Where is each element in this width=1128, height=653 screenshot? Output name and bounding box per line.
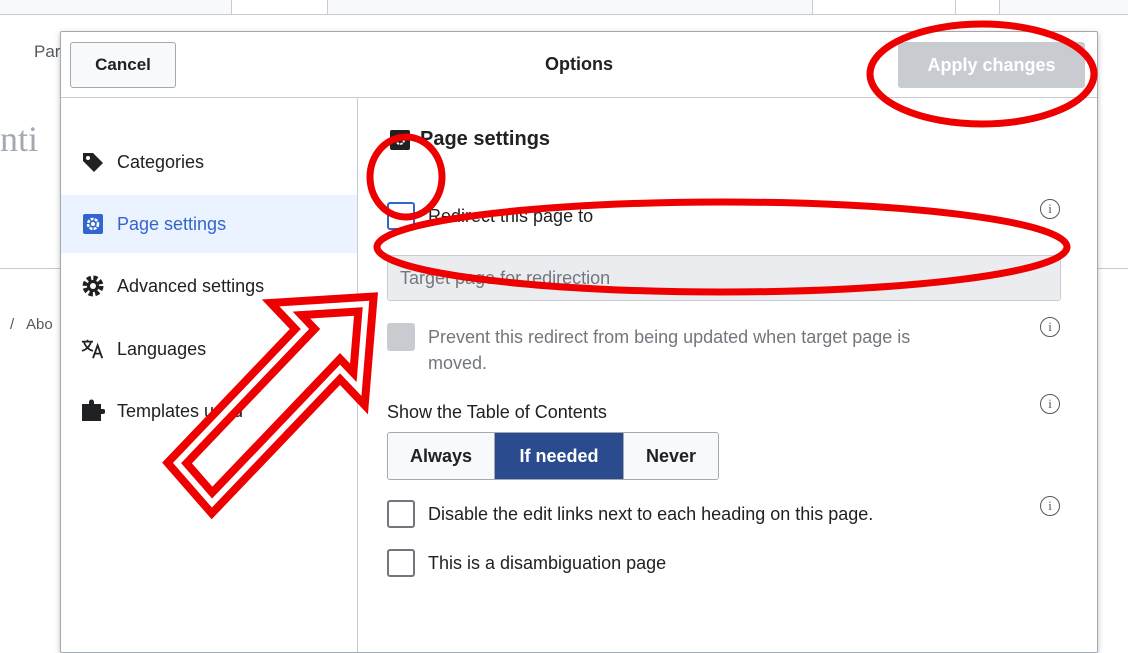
options-sidebar: Categories Page settings Advanced settin… [61, 98, 358, 652]
disable-edit-links-label: Disable the edit links next to each head… [428, 504, 874, 524]
settings-icon [81, 212, 105, 236]
sidebar-item-label: Page settings [117, 213, 227, 234]
toc-segmented-control: Always If needed Never [387, 432, 719, 480]
page-settings-panel: Page settings Redirect this page to i Ta… [358, 98, 1097, 652]
sidebar-item-label: Categories [117, 151, 205, 172]
info-icon[interactable]: i [1040, 496, 1060, 516]
info-icon[interactable]: i [1040, 394, 1060, 414]
background-page-title: nti [0, 119, 39, 159]
background-top-bar [0, 0, 1128, 15]
section-heading: Page settings [390, 128, 550, 151]
prevent-redirect-update-checkbox[interactable] [387, 323, 415, 351]
background-divider [1096, 268, 1128, 269]
apply-changes-button[interactable]: Apply changes [898, 42, 1085, 88]
redirect-target-placeholder: Target page for redirection [400, 267, 611, 288]
background-tab-label: Par [34, 42, 61, 61]
redirect-checkbox[interactable] [387, 202, 415, 230]
settings-icon [390, 129, 410, 150]
disable-edit-links-checkbox[interactable] [387, 500, 415, 528]
section-heading-text: Page settings [420, 128, 551, 150]
background-divider [0, 268, 60, 269]
puzzle-icon [81, 399, 105, 423]
prevent-redirect-label-line: moved. [428, 353, 488, 373]
toc-option-always[interactable]: Always [388, 433, 494, 479]
toc-option-if-needed[interactable]: If needed [494, 433, 623, 479]
info-icon[interactable]: i [1040, 199, 1060, 219]
background-tab [231, 0, 328, 15]
language-icon [81, 337, 105, 361]
background-tab [812, 0, 957, 15]
background-tab [955, 0, 1000, 15]
sidebar-item-label: Advanced settings [117, 275, 265, 296]
sidebar-item-label: Languages [117, 338, 207, 359]
prevent-redirect-label-line: Prevent this redirect from being updated… [428, 327, 911, 347]
info-icon[interactable]: i [1040, 317, 1060, 337]
tag-icon [81, 150, 105, 174]
toc-option-never[interactable]: Never [623, 433, 718, 479]
sidebar-item-advanced-settings[interactable]: Advanced settings [61, 257, 357, 315]
prevent-redirect-label: Prevent this redirect from being updated… [428, 324, 910, 376]
background-footer-link: Abo [26, 316, 53, 333]
options-dialog: Cancel Options Apply changes Categories … [60, 31, 1098, 653]
sidebar-item-languages[interactable]: Languages [61, 320, 357, 378]
redirect-target-input[interactable]: Target page for redirection [387, 255, 1061, 301]
toc-label: Show the Table of Contents [387, 402, 607, 422]
gear-icon [81, 274, 105, 298]
sidebar-item-categories[interactable]: Categories [61, 133, 357, 191]
redirect-label: Redirect this page to [428, 206, 594, 226]
sidebar-item-page-settings[interactable]: Page settings [61, 195, 357, 253]
disambiguation-checkbox[interactable] [387, 549, 415, 577]
sidebar-item-templates-used[interactable]: Templates used [61, 382, 357, 440]
dialog-header: Cancel Options Apply changes [61, 32, 1097, 98]
disambiguation-label: This is a disambiguation page [428, 553, 667, 573]
background-separator: / [10, 316, 15, 333]
sidebar-item-label: Templates used [117, 400, 244, 421]
